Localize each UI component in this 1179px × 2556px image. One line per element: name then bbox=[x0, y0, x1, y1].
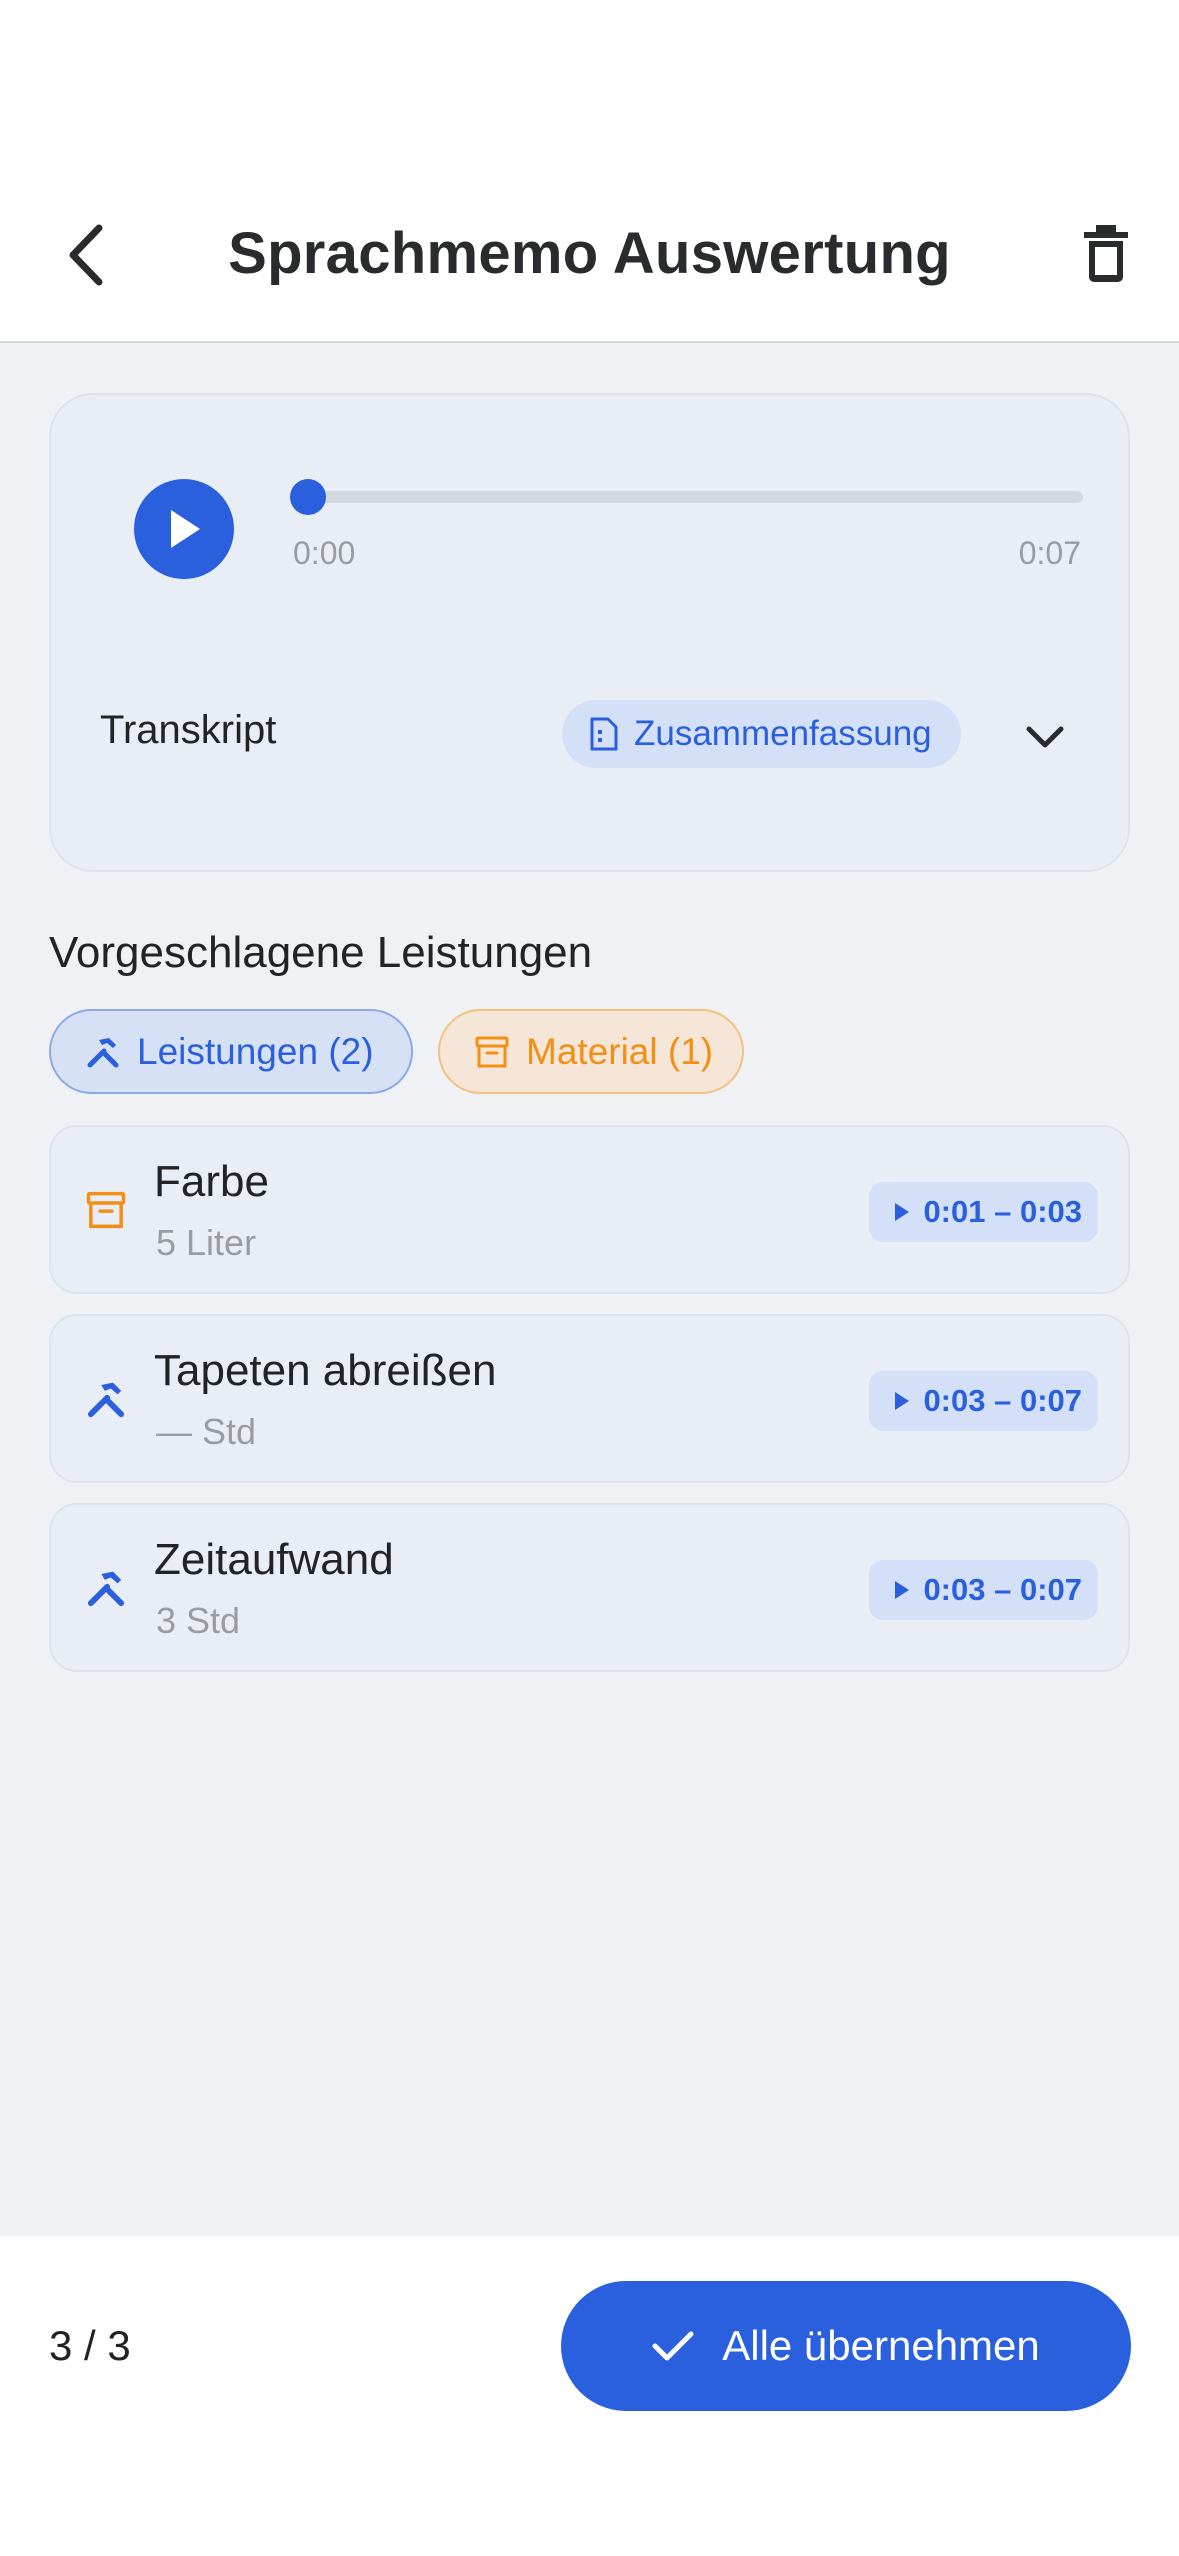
audio-player-card: 0:00 0:07 Transkript Zusammenfassung bbox=[49, 393, 1130, 872]
page-title: Sprachmemo Auswertung bbox=[228, 221, 951, 286]
progress-track[interactable] bbox=[309, 491, 1083, 503]
segment-time: 0:03 – 0:07 bbox=[923, 1572, 1082, 1607]
archive-box-icon bbox=[475, 1036, 509, 1067]
item-name: Zeitaufwand bbox=[154, 1535, 394, 1584]
chevron-down-icon bbox=[1026, 726, 1064, 748]
play-icon bbox=[895, 1203, 910, 1221]
play-segment-button[interactable]: 0:01 – 0:03 bbox=[869, 1182, 1098, 1242]
segment-time: 0:03 – 0:07 bbox=[923, 1383, 1082, 1418]
list-item[interactable]: Zeitaufwand 3 Std 0:03 – 0:07 bbox=[49, 1503, 1130, 1672]
check-icon bbox=[652, 2331, 694, 2361]
play-icon bbox=[895, 1581, 910, 1599]
accept-all-button[interactable]: Alle übernehmen bbox=[561, 2281, 1131, 2411]
archive-box-icon bbox=[86, 1191, 126, 1229]
tools-icon bbox=[87, 1571, 125, 1607]
tools-icon bbox=[87, 1382, 125, 1418]
list-item[interactable]: Farbe 5 Liter 0:01 – 0:03 bbox=[49, 1125, 1130, 1294]
accept-all-label: Alle übernehmen bbox=[722, 2322, 1040, 2369]
play-button[interactable] bbox=[134, 479, 234, 579]
item-detail: — Std bbox=[156, 1411, 257, 1452]
item-detail: 5 Liter bbox=[156, 1222, 257, 1263]
segment-time: 0:01 – 0:03 bbox=[923, 1194, 1082, 1229]
filter-material-label: Material (1) bbox=[526, 1030, 714, 1072]
current-time: 0:00 bbox=[293, 535, 356, 571]
play-segment-button[interactable]: 0:03 – 0:07 bbox=[869, 1371, 1098, 1431]
status-bar bbox=[0, 0, 1179, 190]
tools-icon bbox=[87, 1037, 119, 1067]
filter-leistungen[interactable]: Leistungen (2) bbox=[49, 1009, 413, 1094]
filter-leistungen-label: Leistungen (2) bbox=[137, 1030, 374, 1072]
item-name: Tapeten abreißen bbox=[154, 1346, 497, 1395]
filter-material[interactable]: Material (1) bbox=[438, 1009, 744, 1094]
list-item[interactable]: Tapeten abreißen — Std 0:03 – 0:07 bbox=[49, 1314, 1130, 1483]
progress-thumb[interactable] bbox=[290, 479, 326, 515]
summary-chip-label: Zusammenfassung bbox=[634, 714, 932, 753]
item-detail: 3 Std bbox=[156, 1600, 241, 1641]
section-title: Vorgeschlagene Leistungen bbox=[49, 928, 593, 977]
transcript-label: Transkript bbox=[100, 708, 277, 752]
summary-chip[interactable]: Zusammenfassung bbox=[562, 700, 961, 768]
expand-transcript-button[interactable] bbox=[1021, 713, 1069, 761]
play-icon bbox=[895, 1392, 910, 1410]
play-icon bbox=[171, 510, 200, 548]
app-bar: Sprachmemo Auswertung bbox=[0, 190, 1179, 343]
delete-button[interactable] bbox=[1073, 220, 1139, 286]
play-segment-button[interactable]: 0:03 – 0:07 bbox=[869, 1560, 1098, 1620]
item-counter: 3 / 3 bbox=[49, 2322, 131, 2369]
item-name: Farbe bbox=[154, 1157, 269, 1206]
document-icon bbox=[590, 717, 618, 751]
duration-time: 0:07 bbox=[1018, 535, 1081, 571]
bottom-bar: 3 / 3 Alle übernehmen bbox=[0, 2236, 1179, 2556]
trash-icon bbox=[1084, 225, 1128, 282]
